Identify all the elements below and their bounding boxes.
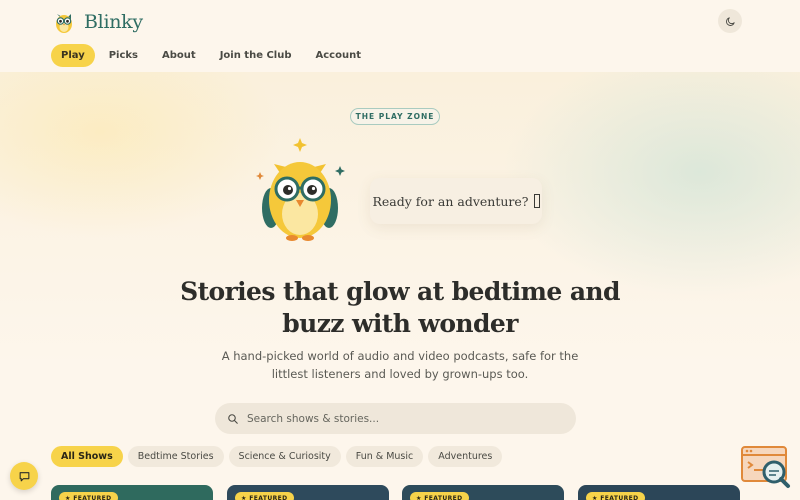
nav-item-join-the-club[interactable]: Join the Club: [210, 44, 302, 67]
featured-badge: ★ FEATURED: [586, 492, 645, 500]
page-headline: Stories that glow at bedtime and buzz wi…: [180, 277, 620, 338]
chat-button[interactable]: [10, 462, 38, 490]
search-icon: [228, 413, 238, 424]
nav-item-about[interactable]: About: [152, 44, 206, 67]
browser-inspect-icon[interactable]: [740, 444, 792, 490]
search-input[interactable]: [247, 412, 547, 425]
filter-chip-science-curiosity[interactable]: Science & Curiosity: [228, 446, 341, 467]
text-cursor-icon: [533, 194, 540, 208]
show-card[interactable]: ★ FEATURED: [402, 485, 564, 500]
play-zone-badge: THE PLAY ZONE: [350, 108, 440, 125]
category-filters: All Shows Bedtime Stories Science & Curi…: [51, 446, 503, 467]
show-card[interactable]: ★ FEATURED: [51, 485, 213, 500]
nav-item-picks[interactable]: Picks: [99, 44, 148, 67]
nav-item-account[interactable]: Account: [306, 44, 371, 67]
featured-badge: ★ FEATURED: [59, 492, 118, 500]
filter-chip-adventures[interactable]: Adventures: [428, 446, 503, 467]
owl-logo-icon: [56, 14, 72, 33]
show-card[interactable]: ★ FEATURED: [227, 485, 389, 500]
owl-mascot-illustration: [256, 138, 345, 241]
nav-item-play[interactable]: Play: [51, 44, 95, 67]
site-header: Blinky Play Picks About Join the Club Ac…: [0, 0, 800, 72]
filter-chip-all-shows[interactable]: All Shows: [51, 446, 123, 467]
featured-badge: ★ FEATURED: [410, 492, 469, 500]
moon-icon: [725, 16, 735, 26]
brand[interactable]: Blinky: [52, 9, 143, 35]
theme-toggle-button[interactable]: [718, 9, 742, 33]
search-bar[interactable]: [215, 403, 576, 434]
show-card[interactable]: ★ FEATURED: [578, 485, 740, 500]
featured-badge: ★ FEATURED: [235, 492, 294, 500]
brand-name: Blinky: [84, 11, 143, 33]
main-nav: Play Picks About Join the Club Account: [51, 44, 371, 67]
filter-chip-bedtime-stories[interactable]: Bedtime Stories: [127, 446, 224, 467]
hero-subtext: A hand-picked world of audio and video p…: [221, 349, 579, 381]
chat-bubble-icon: [19, 471, 29, 481]
filter-chip-fun-music[interactable]: Fun & Music: [345, 446, 424, 467]
featured-shows-row: ★ FEATURED ★ FEATURED ★ FEATURED ★ FEATU…: [0, 485, 800, 500]
speech-bubble-text: Ready for an adventure?: [372, 193, 529, 209]
speech-bubble: Ready for an adventure?: [370, 178, 542, 224]
